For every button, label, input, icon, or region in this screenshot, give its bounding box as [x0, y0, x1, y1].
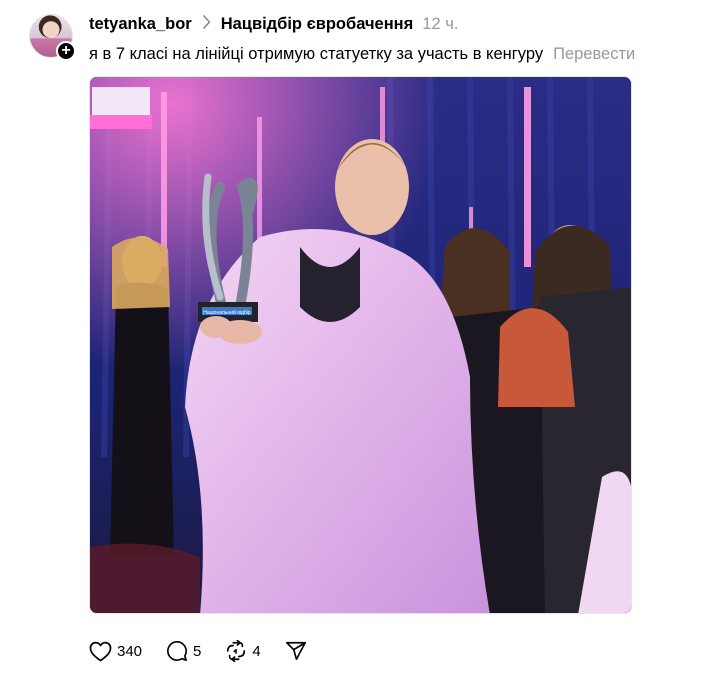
- like-button[interactable]: 340: [89, 639, 142, 663]
- comment-icon: [166, 640, 188, 662]
- reply-count: 5: [193, 642, 202, 660]
- plus-icon[interactable]: +: [56, 41, 76, 61]
- post-text: я в 7 класі на лінійці отримую статуетку…: [89, 44, 544, 63]
- repost-icon: [225, 640, 247, 662]
- heart-icon: [89, 641, 112, 662]
- avatar-container[interactable]: +: [29, 14, 76, 61]
- chevron-right-icon: [202, 15, 211, 33]
- trophy-plaque-text: Національний відбір: [203, 309, 251, 316]
- username-link[interactable]: tetyanka_bor: [89, 15, 192, 34]
- post-header: tetyanka_bor Нацвідбір євробачення 12 ч.: [89, 13, 458, 35]
- repost-button[interactable]: 4: [225, 639, 261, 663]
- translate-button[interactable]: Перевести: [553, 45, 635, 64]
- post-actions: 340 5 4: [89, 639, 331, 663]
- repost-count: 4: [252, 642, 261, 660]
- topic-link[interactable]: Нацвідбір євробачення: [221, 15, 414, 34]
- share-button[interactable]: [285, 639, 307, 663]
- post-text-row: я в 7 класі на лінійці отримую статуетку…: [89, 42, 635, 66]
- like-count: 340: [117, 642, 143, 660]
- post-image[interactable]: Національний відбір: [89, 76, 632, 614]
- post-timestamp[interactable]: 12 ч.: [422, 15, 458, 34]
- send-icon: [285, 640, 307, 662]
- reply-button[interactable]: 5: [166, 639, 201, 663]
